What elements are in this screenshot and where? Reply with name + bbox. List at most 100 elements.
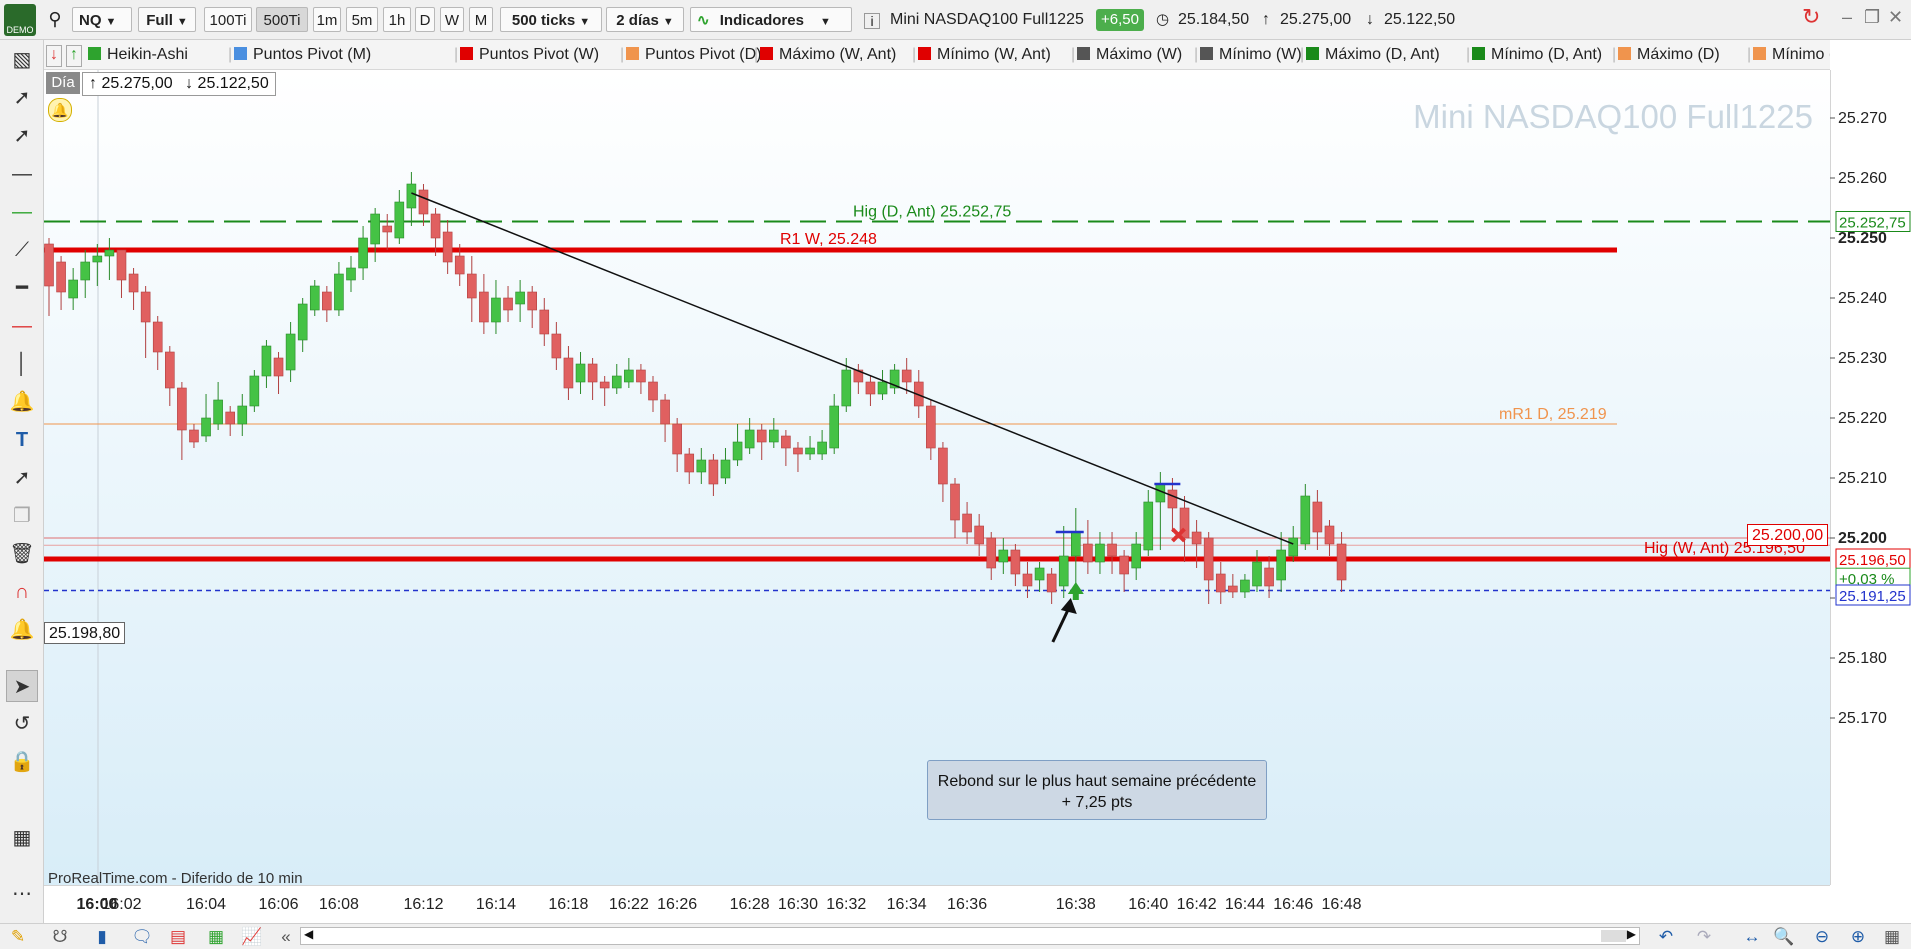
share-icon[interactable]: ☋: [48, 926, 72, 948]
timeframe-5m-button[interactable]: 5m: [346, 7, 378, 32]
horizontal-scrollbar[interactable]: ◀ ▶: [300, 927, 1640, 945]
trash-icon[interactable]: 🗑: [6, 538, 38, 570]
orders-icon[interactable]: ▤: [166, 926, 190, 948]
indicator-1[interactable]: Puntos Pivot (M): [234, 45, 371, 65]
arrow-up-icon: ↑: [89, 75, 97, 92]
zoom-area-icon[interactable]: 🔍: [1772, 926, 1796, 948]
chat-icon[interactable]: 🗨: [130, 926, 154, 948]
pointer-icon[interactable]: ➤: [6, 670, 38, 702]
time-axis[interactable]: 16:00 16:02 16:04 16:06 16:08 16:12 16:14 16:18…: [44, 885, 1911, 923]
zoom-range-icon[interactable]: ↔: [1740, 926, 1764, 948]
candle-body: [575, 363, 586, 383]
button-label: 1h: [388, 12, 406, 29]
text-tool-icon[interactable]: T: [6, 424, 38, 456]
timeframe-d-button[interactable]: D: [415, 7, 435, 32]
change-badge: +6,50: [1096, 9, 1144, 31]
indicator-8[interactable]: Máximo (D, Ant): [1306, 45, 1440, 65]
arrow-tool-icon[interactable]: ➚: [6, 462, 38, 494]
candle-body: [950, 483, 960, 521]
undo-icon[interactable]: ↶: [1654, 926, 1678, 948]
candle-body: [563, 357, 574, 389]
range-selector[interactable]: 2 días ▼: [606, 7, 684, 32]
period-tag-label: Día: [51, 74, 75, 91]
candle-body: [829, 405, 840, 449]
alert-settings-icon[interactable]: 🔔: [6, 614, 38, 646]
horizontal-ray-icon[interactable]: —: [6, 196, 38, 228]
candle-body: [901, 369, 912, 383]
indicator-4[interactable]: Máximo (W, Ant): [760, 45, 896, 65]
objects-list-icon[interactable]: ▦: [6, 822, 38, 854]
candle-body: [998, 549, 1009, 563]
scroll-left-icon[interactable]: ◀: [304, 927, 313, 941]
candle-body: [346, 267, 356, 281]
symbol-selector[interactable]: NQ ▼: [72, 7, 132, 32]
zoom-out-icon[interactable]: ⊖: [1810, 926, 1834, 948]
candle-body: [92, 255, 103, 263]
timeframe-1m-button[interactable]: 1m: [313, 7, 341, 32]
restore-icon[interactable]: ❐: [1864, 7, 1880, 28]
ruler-icon[interactable]: ▧: [6, 44, 38, 76]
redo-icon[interactable]: ↷: [1692, 926, 1716, 948]
indicator-3[interactable]: Puntos Pivot (D): [626, 45, 761, 65]
timeframe-w-button[interactable]: W: [440, 7, 464, 32]
minimize-icon[interactable]: –: [1842, 7, 1852, 28]
portfolio-icon[interactable]: ▦: [204, 926, 228, 948]
zoom-in-icon[interactable]: ⊕: [1846, 926, 1870, 948]
collapse-icon[interactable]: «: [274, 926, 298, 948]
lock-icon[interactable]: 🔒: [6, 746, 38, 778]
copy-icon[interactable]: ❐: [6, 500, 38, 532]
indicator-0[interactable]: Heikin-Ashi: [88, 45, 188, 65]
indicator-label: Máximo (W): [1096, 46, 1183, 63]
mode-selector[interactable]: Full ▼: [138, 7, 196, 32]
pencil-icon[interactable]: ✎: [6, 926, 30, 948]
candle-body: [418, 189, 429, 215]
vertical-line-icon[interactable]: │: [6, 348, 38, 380]
candle-body: [684, 453, 695, 473]
indicator-5[interactable]: Mínimo (W, Ant): [918, 45, 1051, 65]
level-line-icon[interactable]: ━: [6, 272, 38, 304]
candle-body: [1010, 549, 1021, 575]
indicator-7[interactable]: Mínimo (W): [1200, 45, 1302, 65]
alarm-bell-icon[interactable]: 🔔: [48, 98, 72, 122]
arrow-up-icon[interactable]: ↑: [66, 45, 82, 67]
grid-icon[interactable]: ▦: [1880, 926, 1904, 948]
candle-body: [1252, 561, 1262, 587]
chart-window-icon[interactable]: 📈: [240, 926, 264, 948]
scroll-thumb[interactable]: [1601, 930, 1626, 942]
indicator-9[interactable]: Mínimo (D, Ant): [1472, 45, 1602, 65]
indicator-2[interactable]: Puntos Pivot (W): [460, 45, 599, 65]
segment-tool-icon[interactable]: ➚: [6, 82, 38, 114]
panel-icon[interactable]: ▮: [90, 926, 114, 948]
price-alert-line-icon[interactable]: —: [6, 310, 38, 342]
line-tool-icon[interactable]: ➚: [6, 120, 38, 152]
annotation-box[interactable]: Rebond sur le plus haut semaine précéden…: [927, 760, 1267, 820]
price-axis[interactable]: 25.17025.18025.19025.20025.21025.22025.2…: [1830, 70, 1911, 885]
indicator-6[interactable]: Máximo (W): [1077, 45, 1182, 65]
x-tick-label: 16:12: [403, 896, 443, 913]
indicator-11[interactable]: Mínimo (D): [1753, 45, 1830, 65]
scroll-right-icon[interactable]: ▶: [1627, 927, 1636, 941]
horizontal-line-icon[interactable]: —: [6, 158, 38, 190]
magnet-icon[interactable]: ∩: [6, 576, 38, 608]
timeframe-100ti-button[interactable]: 100Ti: [204, 7, 252, 32]
more-icon[interactable]: ⋯: [6, 878, 38, 910]
info-icon[interactable]: i: [864, 13, 880, 29]
alarm-bell-icon[interactable]: 🔔: [6, 386, 38, 418]
separator: |: [620, 46, 625, 63]
indicator-10[interactable]: Máximo (D): [1618, 45, 1720, 65]
connection-icon[interactable]: ⚲: [44, 7, 66, 32]
drawing-toolbar: ▧ ➚ ➚ — — ⟋ ━ — │ 🔔 T ➚ ❐ 🗑 ∩ 🔔 ➤ ↺ 🔒 ▦ …: [0, 40, 44, 923]
candle-body: [744, 429, 755, 449]
arrow-down-icon[interactable]: ↓: [46, 45, 62, 67]
period-selector[interactable]: 500 ticks ▼: [500, 7, 602, 32]
refresh-icon[interactable]: ↻: [1802, 4, 1820, 30]
undo-cursor-icon[interactable]: ↺: [6, 708, 38, 740]
indicators-button[interactable]: ∿ Indicadores ▼: [690, 7, 852, 32]
close-icon[interactable]: ✕: [1888, 7, 1903, 28]
trendline-icon[interactable]: ⟋: [6, 234, 38, 266]
timeframe-m-button[interactable]: M: [469, 7, 493, 32]
candle-body: [1083, 543, 1093, 563]
timeframe-500ti-button[interactable]: 500Ti: [256, 7, 308, 32]
timeframe-1h-button[interactable]: 1h: [383, 7, 411, 32]
indicator-swatch: [1200, 47, 1213, 60]
